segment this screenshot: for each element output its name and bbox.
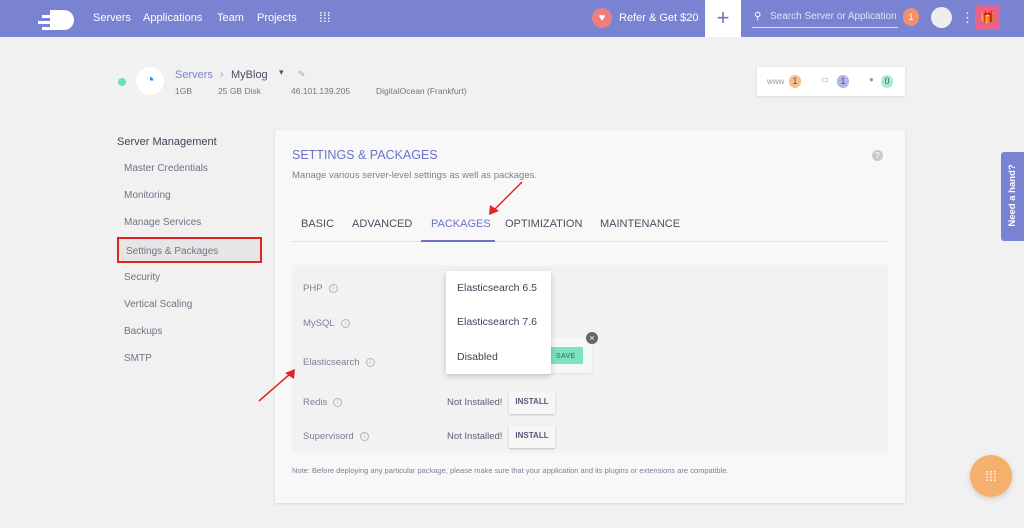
annotation-arrow-elasticsearch (258, 369, 295, 402)
annotation-arrow-tab (489, 181, 523, 215)
apps-launcher-button[interactable]: ⁞⁞⁞ (970, 455, 1012, 497)
need-a-hand-label: Need a hand? (1007, 164, 1018, 227)
need-a-hand-tab[interactable]: Need a hand? (1001, 152, 1024, 241)
annotation-arrows (258, 181, 523, 402)
